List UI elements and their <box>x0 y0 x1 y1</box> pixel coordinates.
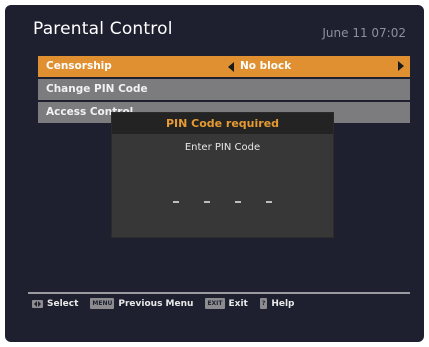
menu-key-icon: MENU <box>90 298 115 309</box>
previous-menu-label: Previous Menu <box>118 298 194 309</box>
select-label: Select <box>47 298 79 309</box>
pin-dialog-prompt: Enter PIN Code <box>184 142 261 153</box>
pin-input[interactable] <box>112 201 333 203</box>
exit-label: Exit <box>228 298 248 309</box>
footer-help-bar: Select MENU Previous Menu EXIT Exit ? He… <box>32 298 295 309</box>
help-label: Help <box>271 298 295 309</box>
menu-item-label: Change PIN Code <box>46 83 148 95</box>
pin-slot-1 <box>173 201 179 203</box>
pin-dialog: PIN Code required Enter PIN Code <box>112 113 333 237</box>
menu-item-change-pin[interactable]: Change PIN Code <box>38 79 410 100</box>
pin-dialog-title: PIN Code required <box>112 113 333 134</box>
censorship-value: No block <box>228 56 291 77</box>
clock: June 11 07:02 <box>322 26 406 40</box>
page-title: Parental Control <box>33 19 173 39</box>
footer-divider <box>28 292 410 294</box>
censorship-value-label: No block <box>240 60 292 72</box>
pin-slot-3 <box>235 201 241 203</box>
tv-screen: Parental Control June 11 07:02 Censorshi… <box>5 5 424 342</box>
pin-slot-4 <box>266 201 272 203</box>
help-key-icon: ? <box>259 298 268 309</box>
arrow-left-icon[interactable] <box>228 61 234 72</box>
pin-slot-2 <box>204 201 210 203</box>
menu-item-censorship[interactable]: Censorship No block <box>38 56 410 77</box>
left-right-keys-icon <box>32 299 43 308</box>
menu-item-label: Censorship <box>46 60 112 72</box>
exit-key-icon: EXIT <box>205 298 225 309</box>
arrow-right-icon[interactable] <box>398 61 404 71</box>
